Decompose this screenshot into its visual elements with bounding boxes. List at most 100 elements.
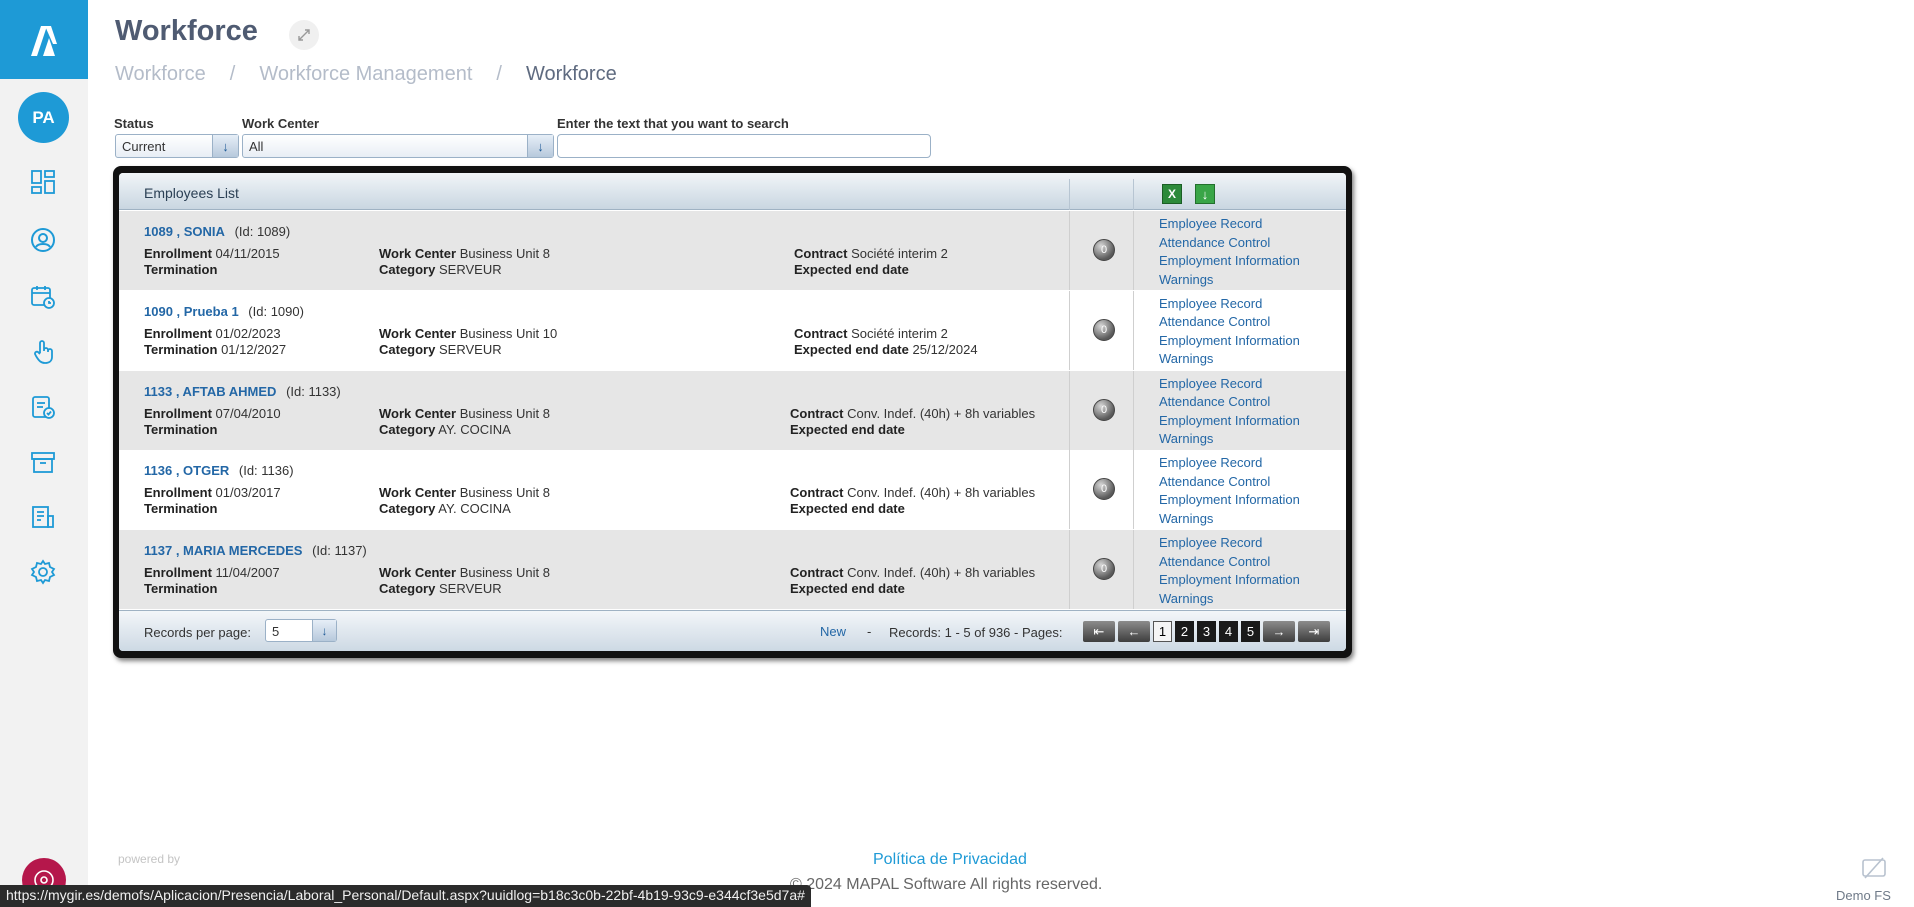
employment-information-link[interactable]: Employment Information xyxy=(1159,252,1300,271)
archive-icon[interactable] xyxy=(28,447,58,477)
employee-row: 1137 , MARIA MERCEDES (Id: 1137) Enrollm… xyxy=(119,530,1346,610)
attachment-icon[interactable]: 0 xyxy=(1093,318,1115,341)
report-check-icon[interactable] xyxy=(28,392,58,422)
termination-field: Termination 01/12/2027 xyxy=(144,341,287,357)
calendar-clock-icon[interactable] xyxy=(28,282,58,312)
contract-field: Contract Conv. Indef. (40h) + 8h variabl… xyxy=(790,565,1036,581)
attachment-icon[interactable]: 0 xyxy=(1093,558,1115,581)
next-page-icon[interactable]: → xyxy=(1263,621,1295,642)
employee-name-link[interactable]: 1137 , MARIA MERCEDES xyxy=(144,543,302,558)
employee-record-link[interactable]: Employee Record xyxy=(1159,375,1300,394)
excel-export-icon[interactable]: X xyxy=(1162,184,1182,204)
download-icon[interactable]: ↓ xyxy=(1195,184,1215,204)
warnings-link[interactable]: Warnings xyxy=(1159,590,1300,609)
enrollment-field: Enrollment 01/02/2023 xyxy=(144,325,281,341)
footer-dash: - xyxy=(867,624,872,639)
privacy-policy-link[interactable]: Política de Privacidad xyxy=(873,851,1027,869)
page-number[interactable]: 2 xyxy=(1175,621,1194,642)
column-divider xyxy=(1069,450,1070,530)
employment-information-link[interactable]: Employment Information xyxy=(1159,491,1300,510)
work-center-field: Work Center Business Unit 10 xyxy=(379,325,558,341)
column-divider xyxy=(1069,290,1070,370)
warnings-link[interactable]: Warnings xyxy=(1159,271,1300,290)
attendance-control-link[interactable]: Attendance Control xyxy=(1159,473,1300,492)
breadcrumb-separator: / xyxy=(496,63,502,85)
user-circle-icon[interactable] xyxy=(28,225,58,255)
employee-record-link[interactable]: Employee Record xyxy=(1159,295,1300,314)
breadcrumb-item[interactable]: Workforce Management xyxy=(259,63,472,86)
warnings-link[interactable]: Warnings xyxy=(1159,350,1300,369)
status-label: Status xyxy=(114,116,154,131)
page-number[interactable]: 4 xyxy=(1219,621,1238,642)
attendance-control-link[interactable]: Attendance Control xyxy=(1159,234,1300,253)
employee-record-link[interactable]: Employee Record xyxy=(1159,534,1300,553)
contract-field: Contract Société interim 2 xyxy=(794,325,948,341)
employee-record-link[interactable]: Employee Record xyxy=(1159,454,1300,473)
employee-name-line: 1136 , OTGER (Id: 1136) xyxy=(144,463,294,478)
employee-name-link[interactable]: 1089 , SONIA xyxy=(144,224,225,239)
attachment-icon[interactable]: 0 xyxy=(1093,478,1115,501)
previous-page-icon[interactable]: ← xyxy=(1118,621,1150,642)
chevron-down-icon[interactable]: ↓ xyxy=(312,620,336,641)
employee-name-line: 1089 , SONIA (Id: 1089) xyxy=(144,224,290,239)
page-number[interactable]: 5 xyxy=(1241,621,1260,642)
category-value: SERVEUR xyxy=(438,262,502,277)
attendance-control-link[interactable]: Attendance Control xyxy=(1159,553,1300,572)
row-actions: Employee Record Attendance Control Emplo… xyxy=(1159,534,1300,608)
expected-end-field: Expected end date xyxy=(790,501,905,517)
document-list-icon[interactable] xyxy=(28,502,58,532)
employment-information-link[interactable]: Employment Information xyxy=(1159,332,1300,351)
employment-information-link[interactable]: Employment Information xyxy=(1159,412,1300,431)
work-center-label: Work Center xyxy=(242,116,320,131)
employee-name-link[interactable]: 1090 , Prueba 1 xyxy=(144,304,239,319)
attendance-control-link[interactable]: Attendance Control xyxy=(1159,393,1300,412)
contract-value: Conv. Indef. (40h) + 8h variables xyxy=(847,405,1036,421)
category-field: Category SERVEUR xyxy=(379,341,502,357)
hand-touch-icon[interactable] xyxy=(28,337,58,367)
employee-row: 1090 , Prueba 1 (Id: 1090) Enrollment 01… xyxy=(119,290,1346,370)
chevron-down-icon[interactable]: ↓ xyxy=(212,135,238,157)
hidden-eye-icon[interactable] xyxy=(1861,856,1887,880)
row-actions: Employee Record Attendance Control Emplo… xyxy=(1159,454,1300,528)
employee-name-link[interactable]: 1133 , AFTAB AHMED xyxy=(144,384,276,399)
breadcrumb-item[interactable]: Workforce xyxy=(115,63,206,86)
column-divider xyxy=(1069,530,1070,610)
attachment-icon[interactable]: 0 xyxy=(1093,398,1115,421)
status-select[interactable]: Current ↓ xyxy=(115,134,239,158)
attendance-control-link[interactable]: Attendance Control xyxy=(1159,313,1300,332)
work-center-select[interactable]: All ↓ xyxy=(242,134,554,158)
contract-value: Conv. Indef. (40h) + 8h variables xyxy=(847,485,1036,501)
warnings-link[interactable]: Warnings xyxy=(1159,510,1300,529)
employee-id: (Id: 1089) xyxy=(234,224,291,239)
termination-field: Termination xyxy=(144,501,218,517)
attachment-icon[interactable]: 0 xyxy=(1093,239,1115,261)
records-per-page-label: Records per page: xyxy=(144,625,251,640)
app-logo[interactable] xyxy=(0,0,88,79)
new-record-link[interactable]: New xyxy=(820,624,846,639)
chevron-down-icon[interactable]: ↓ xyxy=(527,135,553,157)
records-per-page-select[interactable]: 5 ↓ xyxy=(265,619,337,642)
column-divider xyxy=(1133,530,1134,610)
column-divider xyxy=(1133,370,1134,450)
employee-name-link[interactable]: 1136 , OTGER xyxy=(144,463,229,478)
column-divider xyxy=(1069,370,1070,450)
page-number[interactable]: 1 xyxy=(1153,621,1172,642)
employee-id: (Id: 1133) xyxy=(286,383,341,399)
last-page-icon[interactable]: ⇥ xyxy=(1298,621,1330,642)
contract-field: Contract Conv. Indef. (40h) + 8h variabl… xyxy=(790,485,1036,501)
employee-id: (Id: 1137) xyxy=(312,543,367,559)
search-input[interactable] xyxy=(557,134,931,158)
user-avatar[interactable]: PA xyxy=(18,92,69,143)
header-divider xyxy=(1069,179,1070,210)
dashboard-icon[interactable] xyxy=(28,167,58,197)
page-number[interactable]: 3 xyxy=(1197,621,1216,642)
employment-information-link[interactable]: Employment Information xyxy=(1159,571,1300,590)
settings-icon[interactable] xyxy=(28,557,58,587)
employee-record-link[interactable]: Employee Record xyxy=(1159,215,1300,234)
warnings-link[interactable]: Warnings xyxy=(1159,430,1300,449)
contract-value: Conv. Indef. (40h) + 8h variables xyxy=(847,565,1036,581)
expand-icon[interactable] xyxy=(289,20,319,50)
employee-name-line: 1133 , AFTAB AHMED (Id: 1133) xyxy=(144,384,341,399)
employees-panel: Employees List X ↓ 1089 , SONIA (Id: 108… xyxy=(113,166,1352,658)
first-page-icon[interactable]: ⇤ xyxy=(1083,621,1115,642)
